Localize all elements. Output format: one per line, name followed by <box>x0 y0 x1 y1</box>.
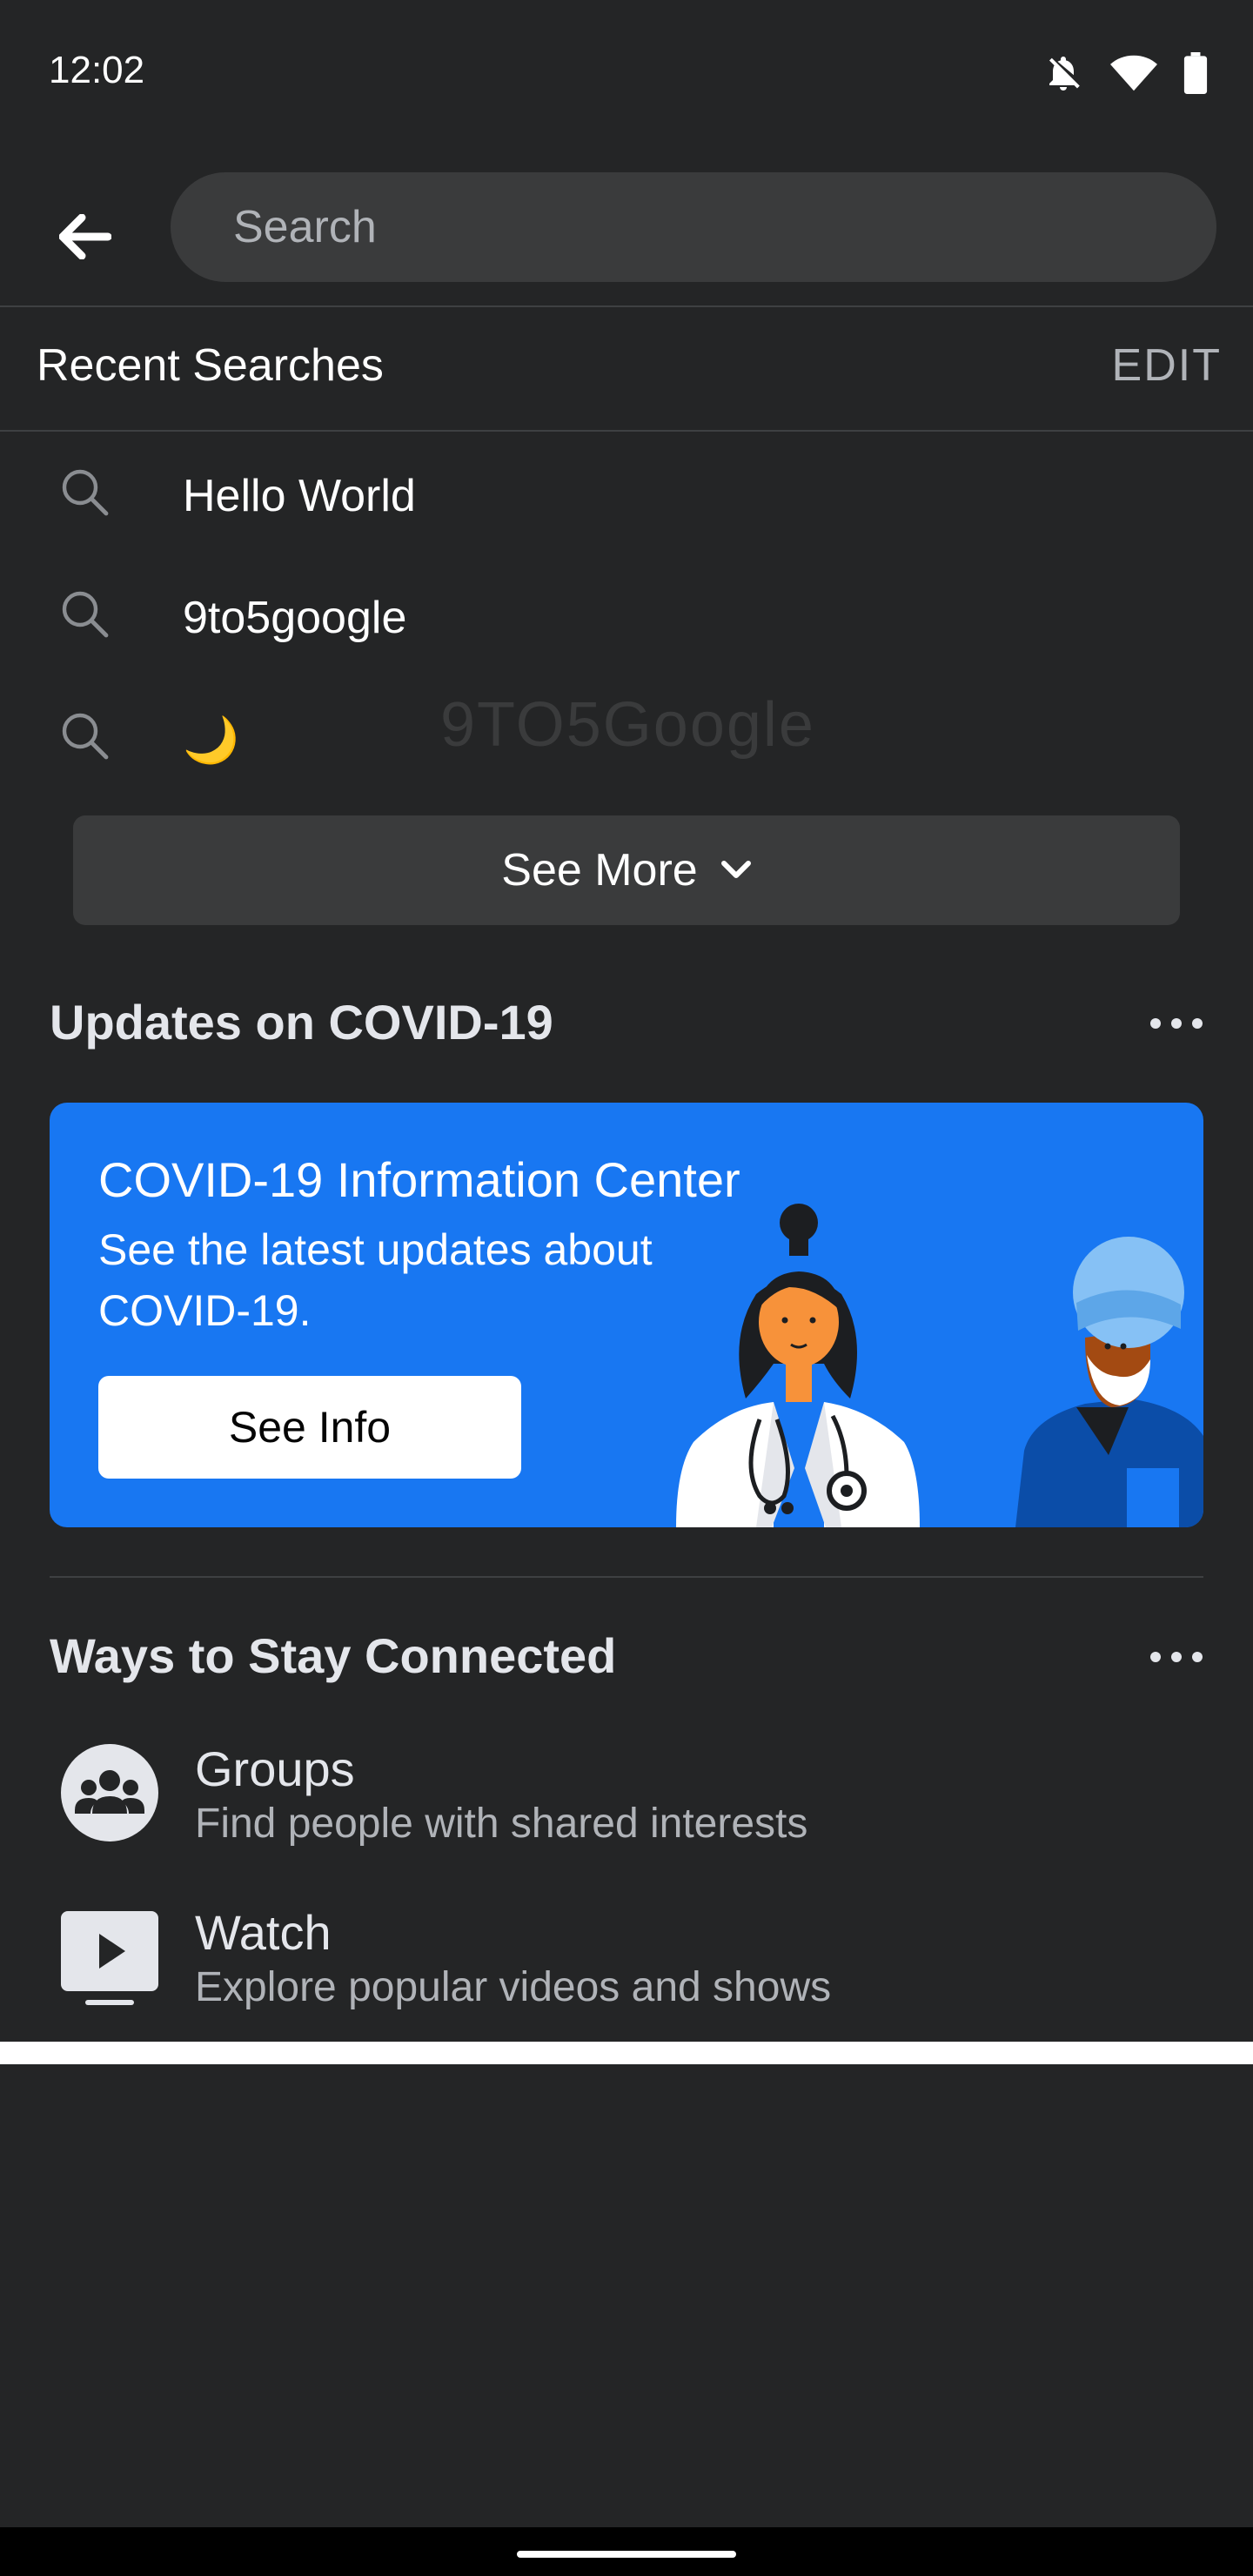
recent-divider <box>0 430 1253 432</box>
search-icon <box>59 588 111 641</box>
groups-subtitle: Find people with shared interests <box>195 1801 808 1847</box>
watch-item[interactable]: Watch Explore popular videos and shows <box>0 1897 1253 2045</box>
arrow-left-icon <box>59 214 111 259</box>
more-options-icon[interactable] <box>1150 1648 1203 1666</box>
back-button[interactable] <box>50 202 120 272</box>
recent-searches-title: Recent Searches <box>37 340 384 391</box>
status-bar: 12:02 <box>0 0 1253 148</box>
groups-item[interactable]: Groups Find people with shared interests <box>0 1732 1253 1880</box>
recent-search-label: 🌙 <box>183 715 239 766</box>
recent-search-item[interactable]: 9to5google <box>0 560 1253 674</box>
covid-card-subtitle: See the latest updates about COVID-19. <box>98 1225 653 1335</box>
connect-section-title: Ways to Stay Connected <box>50 1628 617 1683</box>
watermark: 9TO5Google <box>440 690 815 760</box>
watch-icon <box>61 1911 158 2009</box>
status-icons <box>1042 50 1208 96</box>
system-nav-bar <box>0 2527 1253 2576</box>
bell-off-icon <box>1042 52 1084 94</box>
see-more-button[interactable]: See More <box>73 815 1180 925</box>
groups-icon <box>61 1744 158 1841</box>
see-info-button[interactable]: See Info <box>98 1376 521 1479</box>
recent-search-item[interactable]: Hello World <box>0 439 1253 552</box>
covid-section-title: Updates on COVID-19 <box>50 995 553 1050</box>
recent-search-label: Hello World <box>183 471 416 521</box>
edit-button[interactable]: EDIT <box>1112 339 1222 392</box>
recent-search-label: 9to5google <box>183 593 407 643</box>
search-bar[interactable] <box>171 172 1216 282</box>
keyboard-edge-strip <box>0 2042 1253 2064</box>
search-icon <box>59 466 111 519</box>
see-more-label: See More <box>501 845 698 896</box>
covid-info-card[interactable]: COVID-19 Information Center See the late… <box>50 1103 1203 1527</box>
battery-icon <box>1183 52 1208 94</box>
groups-title: Groups <box>195 1741 355 1796</box>
wifi-icon <box>1110 52 1157 94</box>
search-input[interactable] <box>231 200 1175 254</box>
chevron-down-icon <box>720 861 751 878</box>
watch-title: Watch <box>195 1905 332 1960</box>
doctors-illustration <box>676 1204 1203 1527</box>
header-divider <box>0 305 1253 307</box>
search-icon <box>59 710 111 762</box>
home-handle[interactable] <box>517 2551 736 2558</box>
watch-subtitle: Explore popular videos and shows <box>195 1964 832 2010</box>
covid-card-title: COVID-19 Information Center <box>98 1152 740 1207</box>
more-options-icon[interactable] <box>1150 1015 1203 1032</box>
section-divider <box>50 1576 1203 1578</box>
search-header <box>0 148 1253 306</box>
status-time: 12:02 <box>49 49 145 91</box>
